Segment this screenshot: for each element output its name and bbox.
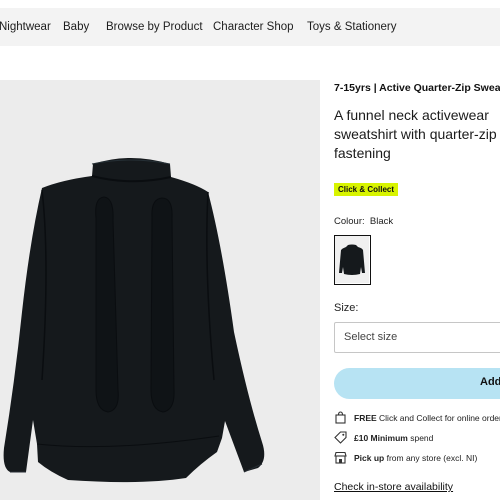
click-collect-badge: Click & Collect [334, 183, 399, 196]
size-select[interactable]: Select size [334, 322, 500, 353]
colour-label-text: Colour: [334, 216, 365, 227]
store-icon [334, 451, 347, 464]
product-description: A funnel neck activewear sweatshirt with… [334, 107, 497, 161]
colour-swatch-black[interactable] [334, 235, 371, 285]
pickup-text: from any store (excl. NI) [384, 453, 478, 463]
swatch-thumbnail-icon [335, 236, 369, 283]
bag-icon [334, 411, 347, 424]
nav-item-baby[interactable]: Baby [63, 21, 89, 33]
add-to-bag-button[interactable]: Add to bag [334, 368, 500, 399]
minimum-label: £10 Minimum [354, 433, 408, 443]
nav-item-browse-by-product[interactable]: Browse by Product [106, 21, 203, 33]
product-details: 7-15yrs | Active Quarter-Zip Sweatshirt … [334, 80, 500, 500]
nav-item-nightwear[interactable]: Nightwear [0, 21, 51, 33]
minimum-text: spend [407, 433, 434, 443]
size-label: Size: [334, 302, 359, 314]
sweatshirt-back-illustration [3, 158, 265, 483]
product-title: 7-15yrs | Active Quarter-Zip Sweatshirt [334, 82, 500, 94]
colour-label: Colour: Black [334, 216, 393, 227]
free-text: Click and Collect for online orders [376, 413, 500, 423]
colour-value: Black [369, 216, 394, 227]
nav-item-toys-stationery[interactable]: Toys & Stationery [307, 21, 396, 33]
check-store-availability-link[interactable]: Check in-store availability [334, 481, 453, 493]
top-navigation: Nightwear Baby Browse by Product Charact… [0, 8, 500, 46]
nav-item-character-shop[interactable]: Character Shop [213, 21, 294, 33]
price-tag-icon [334, 431, 347, 444]
pickup-label: Pick up [354, 453, 385, 463]
free-label: FREE [354, 413, 377, 423]
product-image[interactable] [0, 80, 320, 500]
